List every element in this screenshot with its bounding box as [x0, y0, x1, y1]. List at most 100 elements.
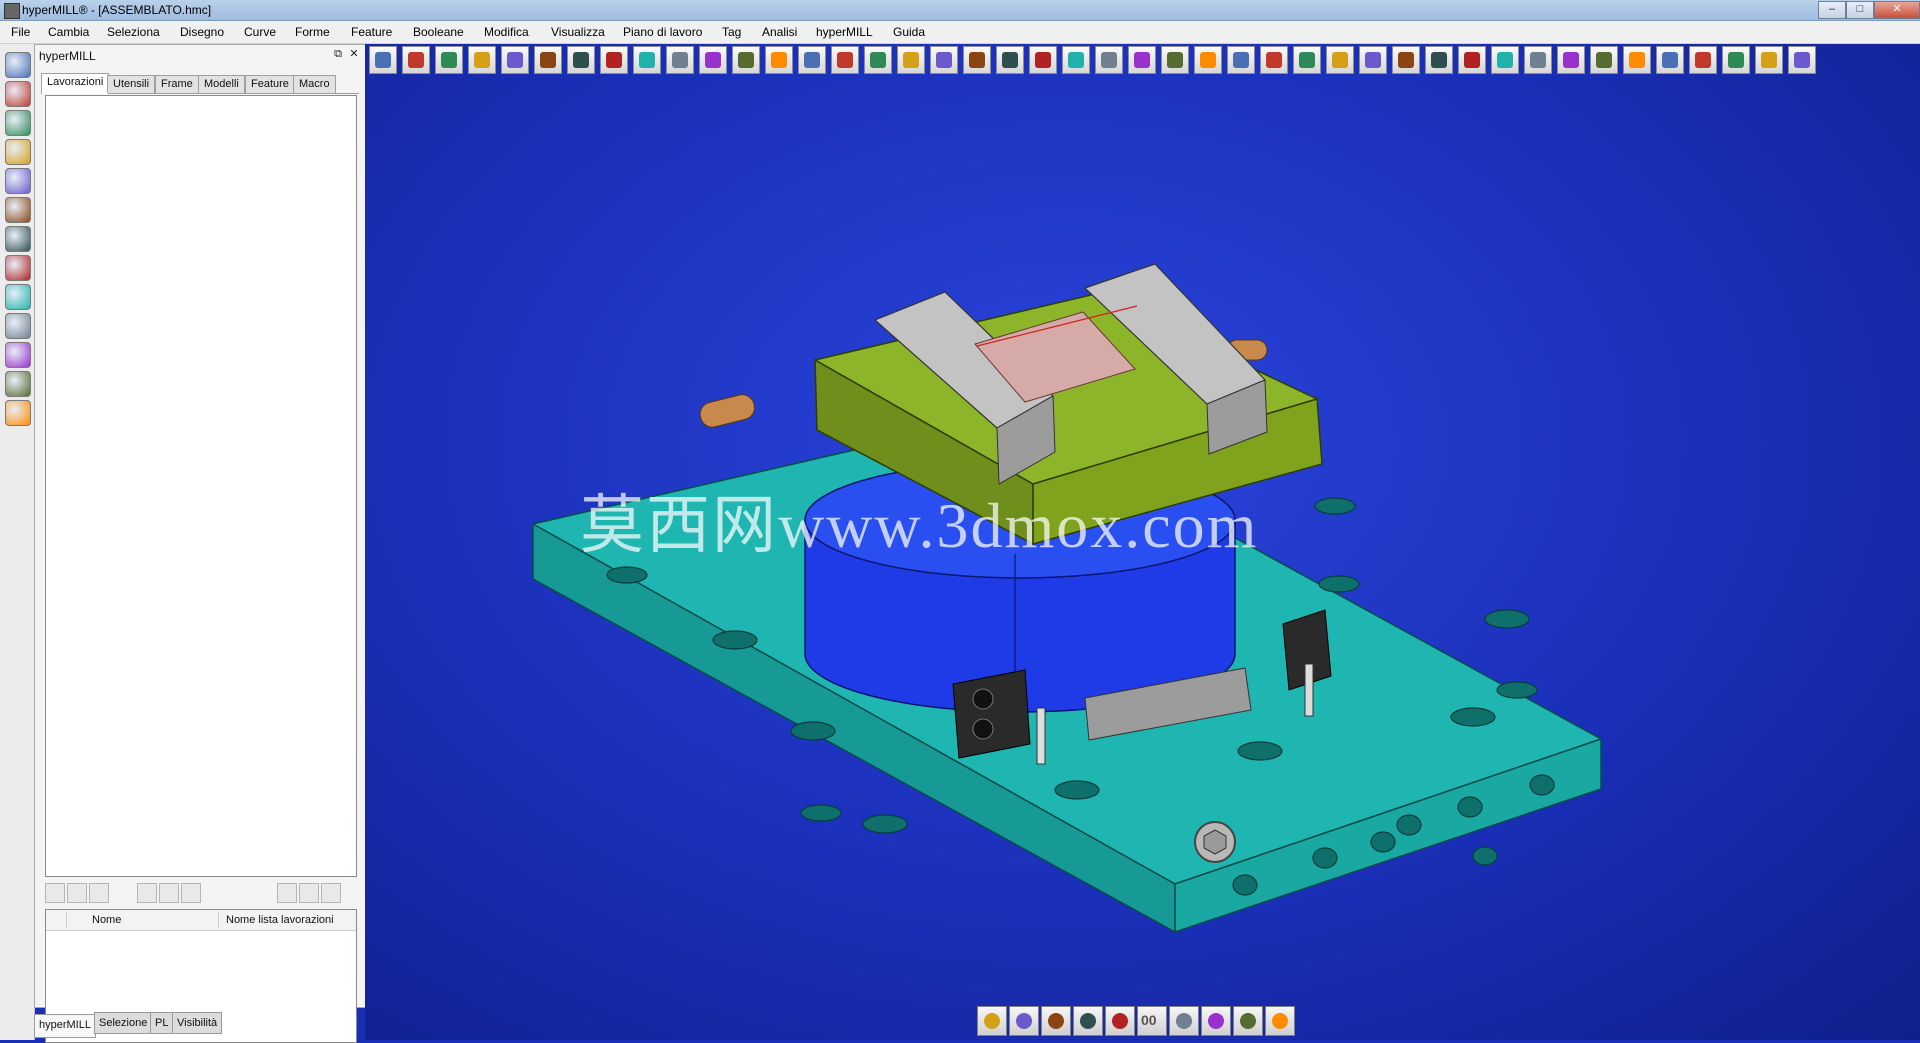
job-list-area[interactable] [45, 95, 357, 877]
menu-analisi[interactable]: Analisi [762, 25, 797, 39]
watermark: 莫西网www.3dmox.com [580, 490, 1259, 561]
bottom-tab-hypermill[interactable]: hyperMILL [34, 1014, 96, 1038]
close-icon: ✕ [1892, 3, 1902, 15]
pen-icon[interactable] [1233, 1006, 1263, 1036]
machine-icon[interactable] [5, 197, 31, 223]
plate-hole [1232, 874, 1258, 896]
menu-cambia[interactable]: Cambia [48, 25, 89, 39]
star-icon[interactable] [5, 139, 31, 165]
tab-feature[interactable]: Feature [245, 75, 295, 93]
panel-tabs: Lavorazioni Utensili Frame Modelli Featu… [41, 73, 359, 94]
plate-hole [790, 721, 836, 741]
pencil-icon[interactable] [1041, 1006, 1071, 1036]
menu-seleziona[interactable]: Seleziona [107, 25, 160, 39]
clamp-hole [972, 688, 994, 710]
menu-hypermill[interactable]: hyperMILL [816, 25, 873, 39]
title-bar: hyperMILL® - [ASSEMBLATO.hmc] – □ ✕ [0, 0, 1920, 21]
pin-icon-glyph [1112, 1013, 1128, 1029]
menu-guida[interactable]: Guida [893, 25, 925, 39]
comment-icon[interactable] [89, 883, 109, 903]
3d-viewport[interactable]: 莫西网www.3dmox.com 00 [365, 44, 1920, 1040]
menu-tag[interactable]: Tag [722, 25, 741, 39]
plate-hole [1450, 707, 1496, 727]
brush-icon-glyph [1080, 1013, 1096, 1029]
stamp-icon-glyph [1208, 1013, 1224, 1029]
plate-hole [1457, 796, 1483, 818]
tab-frame[interactable]: Frame [155, 75, 199, 93]
pin-icon[interactable] [1105, 1006, 1135, 1036]
menu-forme[interactable]: Forme [295, 25, 330, 39]
bottom-tab-selezione[interactable]: Selezione [94, 1012, 153, 1034]
simulate-icon[interactable] [181, 883, 201, 903]
stamp-icon[interactable] [1201, 1006, 1231, 1036]
plate-hole [1054, 780, 1100, 800]
close-button[interactable]: ✕ [1874, 1, 1920, 19]
highlight-icon[interactable] [137, 883, 157, 903]
minimize-button[interactable]: – [1818, 1, 1846, 19]
rotate-icon[interactable] [5, 168, 31, 194]
grid-icon[interactable] [5, 313, 31, 339]
plate-hole [1370, 831, 1396, 853]
new-list-icon[interactable] [45, 883, 65, 903]
pen-icon-glyph [1240, 1013, 1256, 1029]
menu-piano-di-lavoro[interactable]: Piano di lavoro [623, 25, 702, 39]
plate-hole [862, 814, 908, 834]
tab-utensili[interactable]: Utensili [107, 75, 156, 93]
window-title: hyperMILL® - [ASSEMBLATO.hmc] [22, 3, 212, 17]
menu-modifica[interactable]: Modifica [484, 25, 529, 39]
tool-icon[interactable] [5, 81, 31, 107]
globe-icon[interactable] [1265, 1006, 1295, 1036]
help-icon[interactable] [5, 371, 31, 397]
report-icon[interactable] [321, 883, 341, 903]
counter-icon[interactable]: 00 [1137, 1006, 1167, 1036]
menu-booleane[interactable]: Booleane [413, 25, 464, 39]
slash-icon[interactable] [5, 284, 31, 310]
layers-icon[interactable] [5, 52, 31, 78]
menu-curve[interactable]: Curve [244, 25, 276, 39]
document-icon[interactable] [5, 400, 31, 426]
brush-icon[interactable] [1073, 1006, 1103, 1036]
float-icon[interactable]: ⧉ [331, 47, 345, 61]
trim-icon-glyph [1176, 1013, 1192, 1029]
boot-icon[interactable] [5, 226, 31, 252]
maximize-icon: □ [1856, 3, 1864, 15]
plate-hole [1472, 846, 1498, 866]
tab-macro[interactable]: Macro [293, 75, 336, 93]
plate-hole [1312, 847, 1338, 869]
menu-feature[interactable]: Feature [351, 25, 392, 39]
clamp-pin [1036, 707, 1046, 765]
menu-disegno[interactable]: Disegno [180, 25, 224, 39]
minimize-icon: – [1828, 3, 1836, 15]
maximize-button[interactable]: □ [1846, 1, 1874, 19]
column-nome-lista[interactable]: Nome lista lavorazioni [226, 914, 334, 926]
shade-icon[interactable] [977, 1006, 1007, 1036]
tab-lavorazioni[interactable]: Lavorazioni [41, 73, 110, 94]
menu-file[interactable]: File [11, 25, 30, 39]
database-icon[interactable] [277, 883, 297, 903]
menu-visualizza[interactable]: Visualizza [551, 25, 605, 39]
gear-red-icon-glyph [1016, 1013, 1032, 1029]
close-icon[interactable]: ✕ [347, 47, 361, 61]
gear-red-icon[interactable] [1009, 1006, 1039, 1036]
vise-screw [699, 394, 755, 428]
column-nome[interactable]: Nome [92, 914, 121, 926]
plate-hole [1529, 774, 1555, 796]
bottom-tab-visibilita[interactable]: Visibilità [172, 1012, 223, 1034]
settings-icon[interactable] [5, 110, 31, 136]
plate-hole [1396, 814, 1422, 836]
clamp-hole [972, 718, 994, 740]
plate-hole [606, 566, 648, 584]
tab-modelli[interactable]: Modelli [198, 75, 245, 93]
calculate-icon[interactable] [159, 883, 179, 903]
plate-hole [1237, 741, 1283, 761]
bottom-tab-pl[interactable]: PL [150, 1012, 174, 1034]
trim-icon[interactable] [1169, 1006, 1199, 1036]
pencil-icon-glyph [1048, 1013, 1064, 1029]
app-icon [4, 3, 20, 19]
left-toolbar [0, 44, 35, 1040]
export-icon[interactable] [299, 883, 319, 903]
delete-icon[interactable] [67, 883, 87, 903]
plate-hole [1484, 609, 1530, 629]
robot-icon[interactable] [5, 342, 31, 368]
shapes-icon[interactable] [5, 255, 31, 281]
